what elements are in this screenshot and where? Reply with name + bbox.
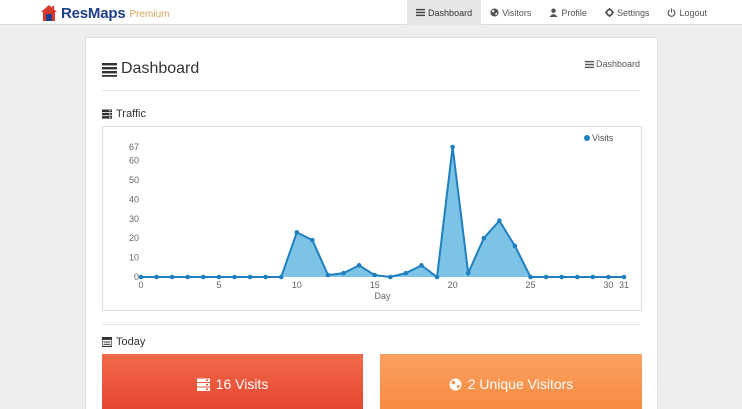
brand-tag: Premium	[129, 9, 170, 20]
visits-stat-box[interactable]: 16 Visits	[102, 354, 363, 409]
y-tick-label: 60	[129, 156, 139, 166]
data-point	[528, 274, 533, 280]
data-point	[419, 263, 424, 268]
data-point	[497, 218, 502, 224]
x-tick-label: 25	[526, 280, 536, 290]
nav-profile[interactable]: Profile	[540, 0, 596, 25]
data-point	[325, 272, 331, 278]
data-point	[606, 274, 611, 280]
traffic-chart: 0102030405060670 5 10 15 20 25 30 31DayVisits	[129, 133, 629, 301]
data-point	[387, 274, 393, 280]
data-point	[481, 235, 487, 241]
data-point	[574, 274, 580, 280]
visits-stat-label: 16 Visits	[215, 376, 269, 392]
x-tick-label: 20	[448, 280, 458, 290]
nav-dashboard[interactable]: Dashboard	[407, 0, 482, 25]
traffic-chart-box: 0 10 20 30 40 50 60 67 0 5 10 15 20 25 30 31 Day Visits	[102, 126, 642, 311]
data-point	[434, 274, 440, 280]
brand-name: ResMaps	[61, 4, 126, 22]
y-tick-label: 67	[129, 142, 139, 152]
series-area-visits	[141, 147, 624, 277]
page-title: Dashboard	[102, 60, 199, 78]
nav-logout-label: Logout	[679, 7, 707, 18]
divider	[102, 90, 640, 91]
data-point	[138, 274, 144, 280]
user-icon	[549, 8, 558, 17]
data-point	[465, 270, 471, 276]
nav-settings[interactable]: Settings	[596, 0, 659, 25]
data-point	[356, 263, 362, 268]
top-navbar: ResMaps Premium Dashboard Visitors Profi…	[0, 0, 742, 25]
gear-icon	[604, 8, 614, 17]
divider	[102, 324, 640, 325]
data-point	[372, 272, 378, 278]
data-point	[341, 270, 346, 276]
brand[interactable]: ResMaps Premium	[40, 3, 169, 23]
data-point	[263, 274, 268, 280]
data-point	[403, 270, 409, 276]
nav-profile-label: Profile	[561, 7, 587, 18]
data-point	[559, 274, 564, 280]
data-point	[310, 237, 315, 243]
series-line-visits	[141, 146, 624, 279]
data-point	[247, 274, 253, 280]
nav-settings-label: Settings	[616, 7, 650, 18]
data-point	[216, 274, 222, 280]
data-point	[512, 243, 518, 249]
data-point	[450, 144, 455, 150]
legend-label-visits: Visits	[592, 133, 614, 143]
y-tick-label: 50	[129, 175, 139, 185]
y-tick-label: 20	[129, 233, 139, 243]
unique-visitors-stat-box[interactable]: 2 Unique Visitors	[380, 354, 642, 409]
data-point	[621, 274, 627, 280]
y-tick-label: 10	[129, 253, 139, 263]
main-nav: Dashboard Visitors Profile Settings Logo…	[407, 0, 716, 25]
data-point	[154, 274, 159, 280]
y-tick-label: 40	[129, 194, 139, 204]
legend-marker-visits	[584, 135, 590, 141]
y-tick-label: 30	[129, 214, 139, 224]
dashboard-panel: Dashboard Dashboard Traffic 0 10 20 30 40 50 6…	[85, 37, 658, 409]
nav-dashboard-label: Dashboard	[428, 7, 473, 18]
globe-icon	[449, 378, 462, 390]
calendar-list-icon	[102, 337, 112, 347]
page-title-text: Dashboard	[121, 60, 200, 77]
data-point	[294, 230, 300, 235]
traffic-title: Traffic	[116, 108, 146, 120]
data-point	[278, 274, 284, 280]
x-tick-label: 10	[292, 280, 302, 290]
unique-visitors-stat-label: 2 Unique Visitors	[467, 376, 574, 392]
server-icon	[196, 378, 210, 391]
data-point	[232, 274, 237, 280]
x-tick-label: 0	[138, 280, 143, 290]
data-point	[543, 274, 549, 280]
breadcrumb[interactable]: Dashboard	[584, 59, 640, 69]
data-point	[201, 274, 206, 280]
nav-visitors[interactable]: Visitors	[481, 0, 540, 25]
list-icon	[102, 62, 117, 77]
house-logo-icon	[41, 5, 57, 21]
globe-icon	[490, 8, 499, 17]
list-icon	[584, 60, 594, 68]
today-heading: Today	[102, 336, 145, 348]
x-tick-label: 30	[603, 280, 613, 290]
list-icon	[416, 8, 426, 17]
today-title: Today	[116, 336, 146, 348]
data-point	[185, 274, 191, 280]
power-icon	[668, 8, 676, 17]
nav-logout[interactable]: Logout	[658, 0, 716, 25]
traffic-heading: Traffic	[102, 108, 146, 120]
x-tick-label: 15	[370, 280, 380, 290]
data-point	[169, 274, 175, 280]
data-point	[590, 274, 596, 280]
x-tick-label: 31	[619, 280, 629, 290]
breadcrumb-label: Dashboard	[595, 59, 640, 69]
nav-visitors-label: Visitors	[502, 7, 532, 18]
x-tick-label: 5	[216, 280, 221, 290]
server-list-icon	[102, 109, 112, 119]
x-axis-label: Day	[374, 291, 391, 301]
